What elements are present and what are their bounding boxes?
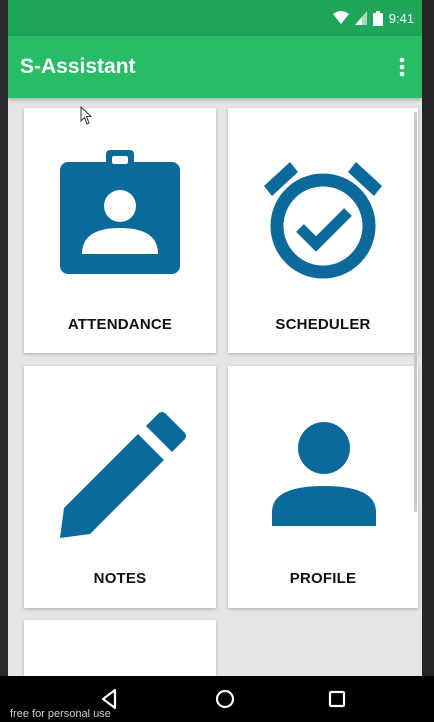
alarm-clock-check-icon bbox=[264, 162, 382, 279]
battery-icon bbox=[372, 10, 383, 26]
card-scheduler[interactable]: SCHEDULER bbox=[228, 108, 418, 353]
watermark-text: free for personal use bbox=[10, 708, 111, 720]
mouse-cursor-icon bbox=[80, 106, 93, 125]
app-title: S-Assistant bbox=[20, 55, 136, 78]
card-profile[interactable]: PROFILE bbox=[228, 366, 418, 608]
scrollbar[interactable] bbox=[414, 112, 417, 512]
status-time: 9:41 bbox=[388, 10, 414, 26]
overflow-menu-button[interactable] bbox=[392, 47, 412, 87]
pencil-icon bbox=[60, 412, 186, 538]
home-icon[interactable] bbox=[212, 686, 238, 712]
card-label-attendance: ATTENDANCE bbox=[67, 316, 173, 333]
signal-icon bbox=[354, 11, 367, 25]
wifi-icon bbox=[332, 11, 349, 24]
card-label-profile: PROFILE bbox=[289, 570, 357, 587]
overflow-menu-icon bbox=[399, 57, 405, 77]
device-right-edge bbox=[422, 0, 434, 722]
phone-screen: 9:41 S-Assistant ATTENDANCE SCHEDULER NO… bbox=[8, 0, 422, 722]
device-left-edge bbox=[0, 0, 8, 722]
person-icon bbox=[272, 422, 376, 526]
badge-icon bbox=[60, 150, 180, 274]
app-bar: S-Assistant bbox=[8, 36, 422, 98]
card-label-notes: NOTES bbox=[93, 570, 147, 587]
card-notes[interactable]: NOTES bbox=[24, 366, 216, 608]
dashboard-grid: ATTENDANCE SCHEDULER NOTES PROFILE bbox=[8, 98, 422, 690]
recents-icon[interactable] bbox=[324, 686, 350, 712]
status-bar: 9:41 bbox=[8, 0, 422, 36]
card-label-scheduler: SCHEDULER bbox=[275, 316, 371, 333]
card-attendance[interactable]: ATTENDANCE bbox=[24, 108, 216, 353]
